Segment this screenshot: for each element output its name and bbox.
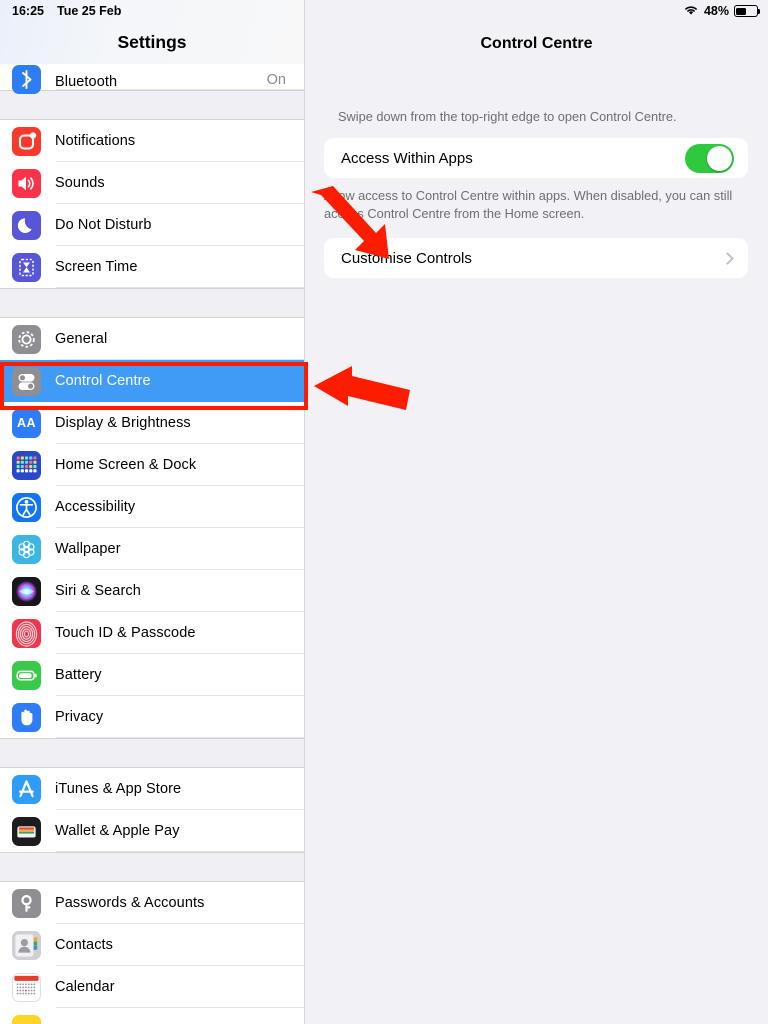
sidebar-item-notifications[interactable]: Notifications xyxy=(0,120,304,162)
moon-icon xyxy=(12,210,41,240)
sidebar-group: Notifications Sounds Do Not Disturb Screen … xyxy=(0,120,304,288)
sidebar-item-contacts[interactable]: Contacts xyxy=(0,924,304,966)
customise-controls-label: Customise Controls xyxy=(341,249,472,267)
sidebar-item-label: Wallpaper xyxy=(55,541,121,557)
sidebar-item-label: Home Screen & Dock xyxy=(55,457,197,473)
access-within-apps-label: Access Within Apps xyxy=(341,149,473,167)
page-title-control-centre: Control Centre xyxy=(480,35,593,52)
intro-note: Swipe down from the top-right edge to op… xyxy=(338,109,677,124)
sidebar-group-separator xyxy=(0,288,304,318)
gear-icon xyxy=(12,324,41,354)
sidebar-item-label: Siri & Search xyxy=(55,583,141,599)
wifi-icon xyxy=(683,4,699,19)
access-within-apps-row[interactable]: Access Within Apps xyxy=(324,138,748,178)
sidebar-item-touch-id-passcode[interactable]: Touch ID & Passcode xyxy=(0,612,304,654)
sidebar-item-calendar[interactable]: Calendar xyxy=(0,966,304,1008)
sidebar-item-label: Accessibility xyxy=(55,499,136,515)
app-store-icon xyxy=(12,774,41,804)
notifications-icon xyxy=(12,126,41,156)
sidebar-item-value: On xyxy=(266,72,286,88)
sidebar-item-label: Control Centre xyxy=(55,373,151,389)
toggle-knob xyxy=(707,145,732,171)
sidebar-item-accessibility[interactable]: Accessibility xyxy=(0,486,304,528)
sidebar-group: General Control Centre AA Display & Brightn… xyxy=(0,318,304,738)
sidebar-item-label: Calendar xyxy=(55,979,115,995)
battery-percent: 48% xyxy=(703,4,729,18)
sidebar-item-passwords-accounts[interactable]: Passwords & Accounts xyxy=(0,882,304,924)
sidebar-item-control-centre[interactable]: Control Centre xyxy=(0,360,304,402)
sidebar-group: iTunes & App Store Wallet & Apple Pay xyxy=(0,768,304,852)
battery-icon xyxy=(734,5,761,17)
sidebar-item-sounds[interactable]: Sounds xyxy=(0,162,304,204)
sidebar-item-label: Wallet & Apple Pay xyxy=(55,823,180,839)
sidebar-item-battery[interactable]: Battery xyxy=(0,654,304,696)
notes-icon xyxy=(12,1014,41,1024)
sidebar-item-do-not-disturb[interactable]: Do Not Disturb xyxy=(0,204,304,246)
sidebar-group-separator xyxy=(0,852,304,882)
sidebar-item-screen-time[interactable]: Screen Time xyxy=(0,246,304,288)
hand-icon xyxy=(12,702,41,732)
sidebar-item-label: Bluetooth xyxy=(55,74,118,90)
sidebar-item-label: Battery xyxy=(55,667,102,683)
sidebar-item-label: Screen Time xyxy=(55,259,138,275)
sidebar-item-notes-partial[interactable] xyxy=(0,1008,304,1024)
siri-orb-icon xyxy=(12,576,41,606)
sidebar-item-privacy[interactable]: Privacy xyxy=(0,696,304,738)
app-grid-icon xyxy=(12,450,41,480)
hourglass-icon xyxy=(12,252,41,282)
sidebar-item-label: iTunes & App Store xyxy=(55,781,182,797)
sidebar-group: Bluetooth On xyxy=(0,64,304,94)
sidebar-item-label: Touch ID & Passcode xyxy=(55,625,196,641)
ipad-settings-screen: 16:25 Tue 25 Feb 48% Settings Control Ce… xyxy=(0,0,768,1024)
sidebar-group-separator xyxy=(0,738,304,768)
sidebar-item-label: Notifications xyxy=(55,133,136,149)
settings-sidebar[interactable]: Bluetooth On Notifications Sounds Do Not Dis… xyxy=(0,64,305,1024)
key-icon xyxy=(12,888,41,918)
accessibility-icon xyxy=(12,492,41,522)
sidebar-item-home-screen-dock[interactable]: Home Screen & Dock xyxy=(0,444,304,486)
status-bar-right: 48% xyxy=(683,0,761,22)
sidebar-item-label: Passwords & Accounts xyxy=(55,895,205,911)
sidebar-item-itunes-app-store[interactable]: iTunes & App Store xyxy=(0,768,304,810)
control-centre-detail-pane: Swipe down from the top-right edge to op… xyxy=(305,64,768,1024)
sidebar-item-wallpaper[interactable]: Wallpaper xyxy=(0,528,304,570)
page-title-settings: Settings xyxy=(117,32,187,52)
sidebar-item-label: Do Not Disturb xyxy=(55,217,152,233)
sidebar-item-label: Contacts xyxy=(55,937,114,953)
access-within-apps-toggle[interactable] xyxy=(685,143,734,173)
flower-icon xyxy=(12,534,41,564)
sidebar-item-bluetooth[interactable]: Bluetooth On xyxy=(0,64,304,94)
sidebar-item-siri-search[interactable]: Siri & Search xyxy=(0,570,304,612)
toggles-icon xyxy=(12,366,41,396)
access-footnote: Allow access to Control Centre within ap… xyxy=(324,188,733,221)
sounds-icon xyxy=(12,168,41,198)
calendar-icon xyxy=(12,972,41,1002)
contacts-icon xyxy=(12,930,41,960)
status-bar-date: Tue 25 Feb xyxy=(56,4,122,18)
fingerprint-icon xyxy=(12,618,41,648)
aa-icon: AA xyxy=(12,408,41,438)
battery-icon xyxy=(12,660,41,690)
wallet-icon xyxy=(12,816,41,846)
chevron-right-icon xyxy=(721,251,734,265)
sidebar-item-wallet-apple-pay[interactable]: Wallet & Apple Pay xyxy=(0,810,304,852)
sidebar-item-general[interactable]: General xyxy=(0,318,304,360)
access-within-apps-card: Access Within Apps xyxy=(324,138,748,179)
sidebar-item-label: General xyxy=(55,331,108,347)
status-bar-time: 16:25 xyxy=(12,4,44,18)
status-bar: 16:25 Tue 25 Feb 48% xyxy=(0,0,768,22)
sidebar-item-display-brightness[interactable]: AA Display & Brightness xyxy=(0,402,304,444)
sidebar-item-label: Privacy xyxy=(55,709,104,725)
customise-controls-card: Customise Controls xyxy=(324,238,748,279)
customise-controls-row[interactable]: Customise Controls xyxy=(324,238,748,278)
sidebar-group: Passwords & Accounts Contacts Calendar xyxy=(0,882,304,1008)
sidebar-group-separator xyxy=(0,90,304,120)
sidebar-item-label: Display & Brightness xyxy=(55,415,191,431)
bluetooth-icon xyxy=(12,65,41,94)
sidebar-item-label: Sounds xyxy=(55,175,105,191)
